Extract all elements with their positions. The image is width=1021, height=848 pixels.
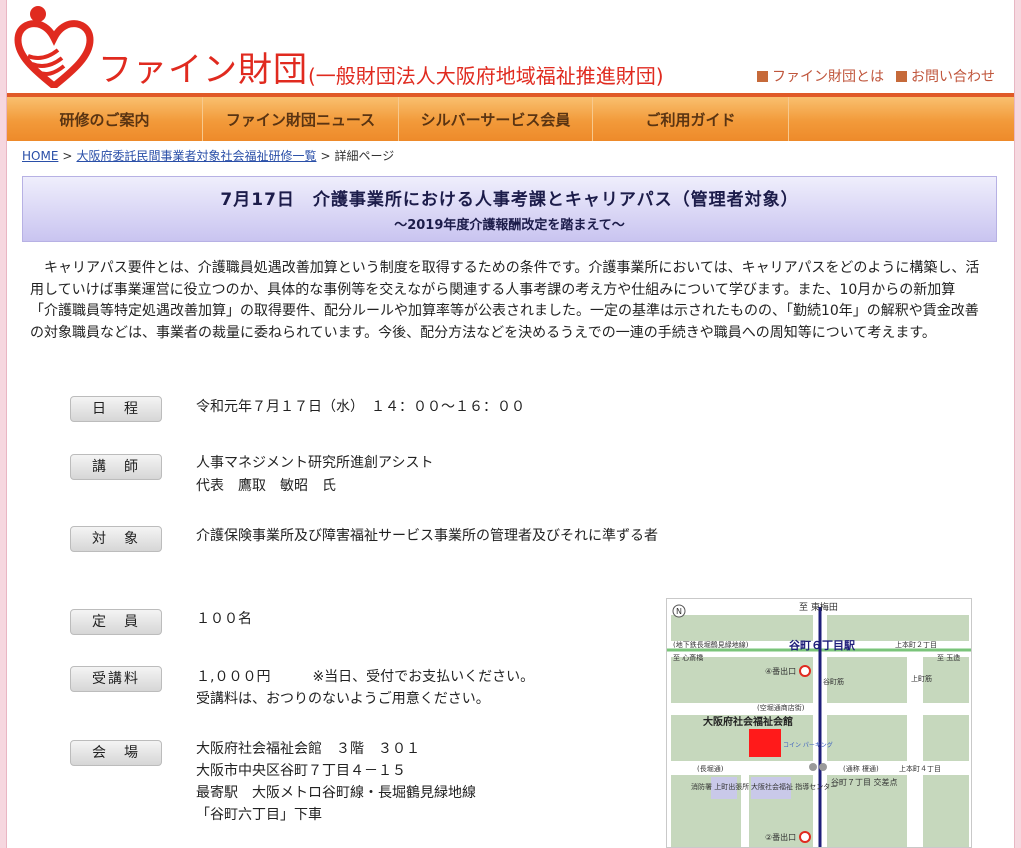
breadcrumb-list-link[interactable]: 大阪府委託民間事業者対象社会福祉研修一覧: [76, 149, 316, 163]
nav-item-guide[interactable]: ご利用ガイド: [593, 97, 789, 141]
fee-label: 受講料: [70, 666, 162, 692]
header-links: ファイン財団とは お問い合わせ: [757, 66, 995, 86]
logo-subtitle: (一般財団法人大阪府地域福祉推進財団): [308, 64, 664, 88]
map-exit-label: ②番出口: [765, 832, 796, 842]
nav-item-news[interactable]: ファイン財団ニュース: [203, 97, 399, 141]
map-label: (地下鉄長堀鶴見緑地線): [673, 640, 749, 649]
capacity-value: １００名: [196, 611, 252, 627]
access-map-graphic: N 至 東梅田 (地下鉄長堀鶴見緑地線) 谷町６丁目駅 上本町２丁目 至 心斎橋…: [667, 599, 971, 847]
map-label: (通称 榎通): [843, 764, 879, 773]
venue-name: 大阪府社会福祉会館 ３階 ３０１: [196, 741, 420, 757]
lecturer-label: 講 師: [70, 454, 162, 480]
map-label: 谷町７丁目 交差点: [831, 777, 898, 787]
heart-logo-icon: [14, 6, 94, 88]
nav-item-label: ファイン財団ニュース: [225, 110, 376, 129]
breadcrumb-home-link[interactable]: HOME: [22, 149, 58, 163]
square-bullet-icon: [896, 70, 907, 82]
map-label: 消防署 上町出張所: [691, 782, 749, 791]
map-label: 上本町４丁目: [899, 764, 941, 773]
page-frame-right: [1015, 0, 1021, 848]
venue-address: 大阪市中央区谷町７丁目４－１５: [196, 763, 406, 779]
about-link[interactable]: ファイン財団とは: [757, 66, 884, 86]
venue-stop: 「谷町六丁目」下車: [196, 807, 322, 823]
map-label: 至 東梅田: [799, 601, 838, 613]
target-label: 対 象: [70, 526, 162, 552]
map-venue-label: 大阪府社会福祉会館: [703, 715, 793, 728]
map-station-label: 谷町６丁目駅: [789, 638, 855, 652]
about-link-label: ファイン財団とは: [772, 69, 884, 85]
page-subtitle: ～2019年度介護報酬改定を踏まえて～: [394, 218, 625, 233]
site-logo[interactable]: ファイン財団 (一般財団法人大阪府地域福祉推進財団): [14, 4, 694, 90]
venue-label: 会 場: [70, 740, 162, 766]
nav-item-silver-member[interactable]: シルバーサービス会員: [399, 97, 593, 141]
map-label: 至 玉造: [937, 653, 960, 662]
nav-item-label: ご利用ガイド: [645, 110, 736, 129]
lecturer-organization: 人事マネジメント研究所進創アシスト: [196, 455, 434, 471]
fee-value: １,０００円 ※当日、受付でお支払いください。: [196, 669, 535, 685]
north-icon: N: [676, 607, 682, 616]
fee-note: 受講料は、おつりのないようご用意ください。: [196, 691, 490, 707]
map-label: 大阪社会福祉 指導センター: [751, 782, 837, 791]
lecturer-name: 代表 鷹取 敏昭 氏: [196, 478, 336, 494]
map-label: 谷町筋: [823, 677, 844, 686]
breadcrumb-separator: >: [62, 149, 73, 163]
nav-item-label: 研修のご案内: [59, 110, 150, 129]
nav-item-label: シルバーサービス会員: [420, 110, 571, 129]
schedule-label: 日 程: [70, 396, 162, 422]
capacity-label: 定 員: [70, 609, 162, 635]
map-label: (空堀通商店街): [757, 703, 805, 712]
map-label: 上本町２丁目: [895, 640, 937, 649]
event-description: キャリアパス要件とは、介護職員処遇改善加算という制度を取得するための条件です。介…: [30, 260, 980, 341]
square-bullet-icon: [757, 70, 768, 82]
breadcrumb-separator: >: [320, 149, 331, 163]
breadcrumb: HOME > 大阪府委託民間事業者対象社会福祉研修一覧 > 詳細ページ: [22, 147, 394, 164]
map-label: コイン パーキング: [783, 741, 833, 749]
event-title-box: 7月17日 介護事業所における人事考課とキャリアパス（管理者対象） ～2019年…: [22, 176, 997, 242]
nav-item-training[interactable]: 研修のご案内: [7, 97, 203, 141]
access-map: N 至 東梅田 (地下鉄長堀鶴見緑地線) 谷町６丁目駅 上本町２丁目 至 心斎橋…: [666, 598, 972, 848]
schedule-value: 令和元年７月１７日（水） １４：００～１６：００: [196, 399, 525, 415]
contact-link[interactable]: お問い合わせ: [896, 66, 995, 86]
logo-title: ファイン財団: [98, 50, 308, 90]
breadcrumb-current: 詳細ページ: [334, 149, 395, 163]
main-nav: 研修のご案内 ファイン財団ニュース シルバーサービス会員 ご利用ガイド: [7, 97, 1014, 141]
target-value: 介護保険事業所及び障害福祉サービス事業所の管理者及びそれに準ずる者: [196, 528, 658, 544]
map-label: 上町筋: [911, 674, 932, 683]
map-exit-label: ④番出口: [765, 666, 796, 676]
contact-link-label: お問い合わせ: [911, 69, 995, 85]
map-label: (長堀通): [697, 764, 724, 773]
venue-station: 最寄駅 大阪メトロ谷町線・長堀鶴見緑地線: [196, 785, 476, 801]
map-label: 至 心斎橋: [673, 653, 703, 662]
page-title: 7月17日 介護事業所における人事考課とキャリアパス（管理者対象）: [220, 190, 799, 210]
